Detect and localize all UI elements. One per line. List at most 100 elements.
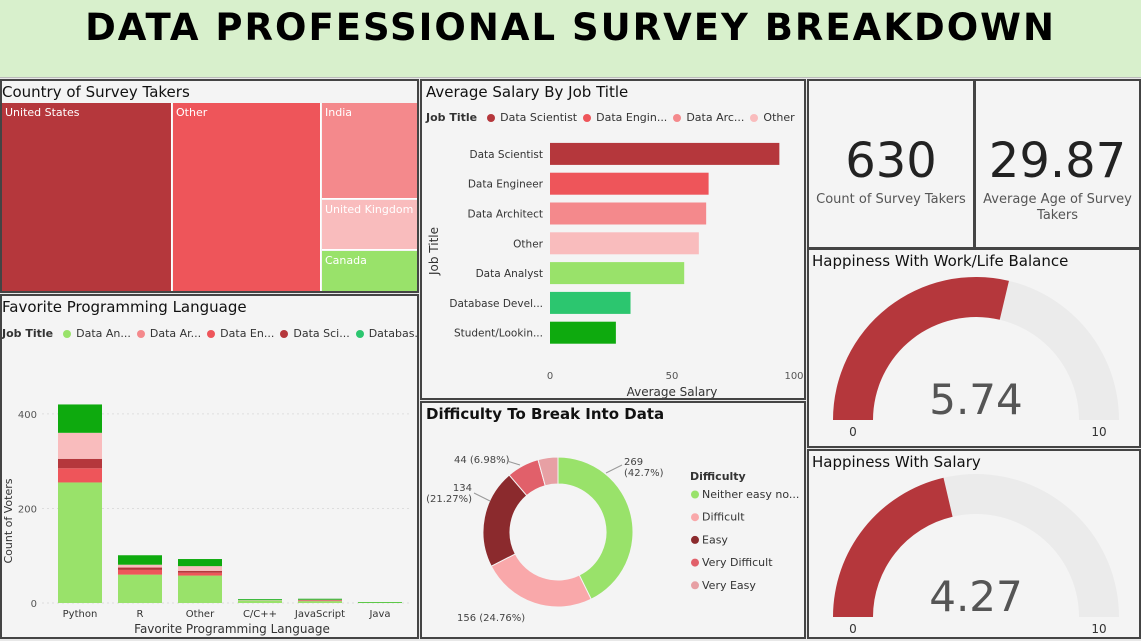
language-chart[interactable]: 0200400Python R Other C/C++ JavaScript JavaFa…	[2, 296, 419, 639]
tick-label: 100	[784, 371, 803, 382]
bar-segment[interactable]	[118, 574, 162, 603]
leader-line	[605, 464, 623, 474]
legend-item[interactable]: Easy	[702, 533, 728, 546]
tile-canada[interactable]: Canada	[322, 251, 417, 291]
count-value: 630	[845, 133, 937, 189]
difficulty-panel[interactable]: Difficulty To Break Into Data 269 (42.7%)…	[420, 401, 806, 639]
bar-segment[interactable]	[238, 599, 282, 601]
bar-segment[interactable]	[58, 482, 102, 603]
category-label: R	[137, 609, 144, 620]
data-label: 156 (24.76%)	[457, 613, 525, 624]
salary-happy-panel[interactable]: Happiness With Salary 4.27 0 10	[807, 449, 1141, 639]
difficulty-chart[interactable]: 269(42.7%) 156 (24.76%) 134(21.27%) 44 (6.9…	[422, 403, 806, 639]
bar[interactable]	[550, 321, 616, 344]
bar[interactable]	[550, 142, 780, 165]
gauge-min: 0	[849, 425, 857, 439]
x-axis-label: Favorite Programming Language	[134, 622, 330, 636]
gauge-value: 5.74	[929, 375, 1023, 424]
data-label: 134	[453, 483, 472, 494]
category-label: Data Engineer	[468, 179, 544, 191]
category-label: Other	[186, 609, 215, 620]
legend-dot	[691, 581, 699, 590]
bar-segment[interactable]	[178, 575, 222, 603]
bar-segment[interactable]	[58, 404, 102, 433]
bar[interactable]	[550, 262, 685, 285]
category-label: Data Analyst	[476, 268, 543, 280]
bar-segment[interactable]	[178, 570, 222, 573]
bar[interactable]	[550, 202, 707, 225]
tick-label: 200	[18, 504, 37, 515]
tick-label: 400	[18, 410, 37, 421]
tile-other[interactable]: Other	[173, 103, 321, 291]
legend-dot	[691, 490, 699, 499]
tile-label: United Kingdom	[325, 203, 414, 216]
bar-segment[interactable]	[118, 564, 162, 568]
category-label: Data Scientist	[470, 149, 544, 161]
tile-label: India	[325, 106, 352, 119]
data-label: 44 (6.98%)	[454, 455, 510, 466]
bar-segment[interactable]	[298, 598, 342, 600]
country-treemap[interactable]: United States Other India United Kingdom…	[2, 103, 417, 291]
language-panel[interactable]: Favorite Programming Language Job Title …	[0, 294, 419, 639]
category-label: Other	[513, 238, 543, 250]
bar[interactable]	[550, 232, 699, 255]
salary-panel[interactable]: Average Salary By Job Title Job Title Da…	[420, 79, 806, 400]
tick-label: 0	[547, 371, 553, 382]
tile-india[interactable]: India	[322, 103, 417, 199]
donut-slice[interactable]	[482, 474, 528, 567]
tile-label: Canada	[325, 254, 367, 267]
bar-segment[interactable]	[58, 468, 102, 483]
y-axis-label: Job Title	[427, 227, 441, 276]
donut-slice[interactable]	[557, 456, 634, 600]
legend-item[interactable]: Neither easy no...	[702, 488, 799, 501]
category-label: Python	[63, 609, 98, 620]
bar-segment[interactable]	[118, 569, 162, 575]
data-label: 269	[624, 457, 643, 468]
legend-item[interactable]: Very Easy	[702, 579, 756, 592]
gauge-max: 10	[1091, 622, 1106, 636]
leader-line	[473, 492, 491, 502]
tick-label: 0	[31, 599, 37, 610]
worklife-gauge[interactable]: 5.74 0 10	[809, 250, 1141, 448]
legend-item[interactable]: Very Difficult	[702, 556, 773, 569]
legend-dot	[691, 535, 699, 544]
bar-segment[interactable]	[298, 601, 342, 603]
tile-label: Other	[176, 106, 208, 119]
gauge-min: 0	[849, 622, 857, 636]
salary-happy-gauge[interactable]: 4.27 0 10	[809, 451, 1141, 639]
bar-segment[interactable]	[58, 458, 102, 469]
tick-label: 50	[666, 371, 679, 382]
bar-segment[interactable]	[118, 567, 162, 570]
bar-segment[interactable]	[238, 600, 282, 603]
count-card: 630 Count of Survey Takers	[807, 79, 975, 249]
category-label: Java	[368, 609, 390, 620]
donut-slice[interactable]	[490, 553, 592, 608]
age-card: 29.87 Average Age of Survey Takers	[974, 79, 1141, 249]
bar-segment[interactable]	[178, 566, 222, 571]
worklife-panel[interactable]: Happiness With Work/Life Balance 5.74 0 10	[807, 248, 1141, 448]
legend-item[interactable]: Difficult	[702, 511, 745, 524]
legend-dot	[691, 558, 699, 567]
country-panel[interactable]: Country of Survey Takers United States O…	[0, 79, 419, 293]
tile-united-states[interactable]: United States	[2, 103, 172, 291]
page-title: DATA PROFESSIONAL SURVEY BREAKDOWN	[85, 6, 1056, 49]
bar-segment[interactable]	[178, 572, 222, 576]
bar[interactable]	[550, 172, 709, 195]
category-label: Data Architect	[468, 209, 544, 221]
category-label: Database Devel...	[449, 298, 543, 310]
bar[interactable]	[550, 291, 631, 314]
gauge-value: 4.27	[929, 572, 1023, 621]
bar-segment[interactable]	[118, 555, 162, 565]
legend-title: Difficulty	[690, 470, 746, 483]
category-label: C/C++	[243, 609, 277, 620]
data-label: (21.27%)	[426, 494, 472, 505]
y-axis-label: Count of Voters	[2, 478, 15, 563]
bar-segment[interactable]	[178, 559, 222, 567]
bar-segment[interactable]	[58, 432, 102, 459]
gauge-max: 10	[1091, 425, 1106, 439]
country-title: Country of Survey Takers	[2, 83, 190, 101]
salary-chart[interactable]: Data Scientist Data Engineer Data Architec…	[422, 81, 806, 400]
tile-united-kingdom[interactable]: United Kingdom	[322, 200, 417, 250]
data-label: (42.7%)	[624, 468, 664, 479]
legend-dot	[691, 513, 699, 522]
